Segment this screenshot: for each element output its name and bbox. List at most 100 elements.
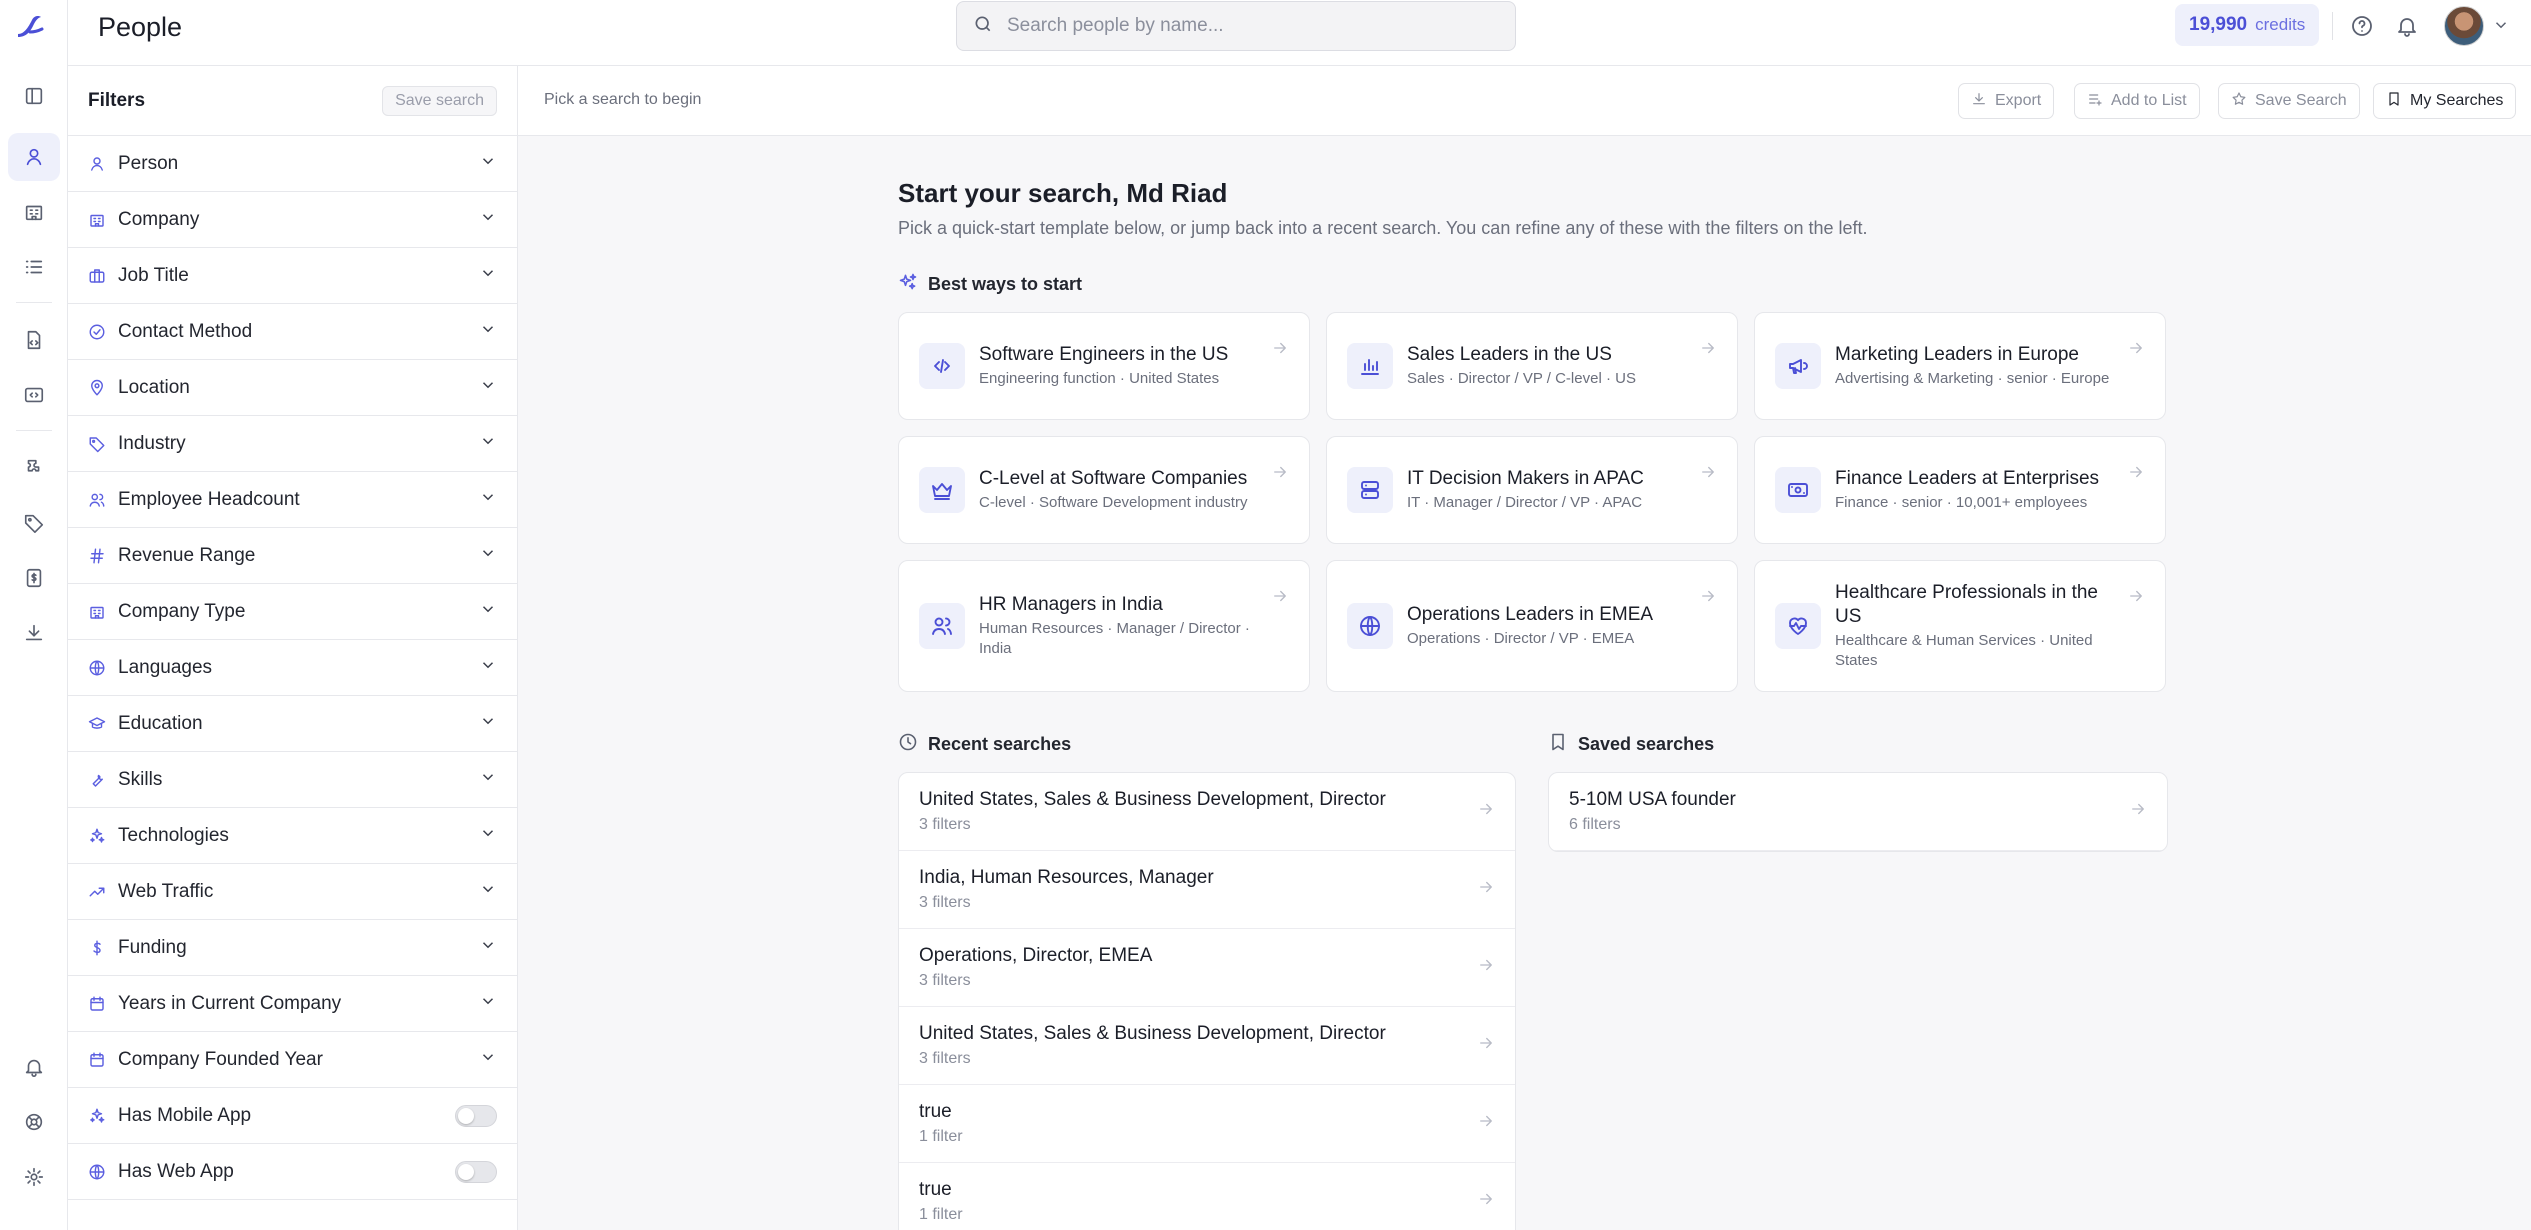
calendar-icon: [88, 995, 106, 1013]
logo-icon[interactable]: [14, 12, 46, 40]
saved-searches-header: Saved searches: [1548, 732, 1714, 757]
puzzle-icon[interactable]: [8, 444, 60, 492]
filter-row[interactable]: Funding: [68, 920, 517, 976]
credits-badge[interactable]: 19,990 credits: [2175, 4, 2320, 46]
list-icon[interactable]: [8, 243, 60, 291]
template-card[interactable]: Software Engineers in the US Engineering …: [898, 312, 1310, 420]
save-search-toolbar-button[interactable]: Save Search: [2218, 83, 2360, 119]
search-list-item[interactable]: Operations, Director, EMEA 3 filters: [899, 929, 1515, 1007]
results-toolbar: Pick a search to begin Export Add to Lis…: [518, 66, 2531, 136]
lifebuoy-icon[interactable]: [8, 1098, 60, 1146]
chevron-down-icon[interactable]: [479, 880, 497, 903]
filter-row[interactable]: Company Type: [68, 584, 517, 640]
chevron-down-icon[interactable]: [2492, 16, 2510, 34]
chevron-down-icon[interactable]: [479, 824, 497, 847]
filter-row[interactable]: Skills: [68, 752, 517, 808]
chevron-down-icon[interactable]: [479, 768, 497, 791]
chevron-down-icon[interactable]: [479, 1048, 497, 1071]
chevron-down-icon[interactable]: [479, 936, 497, 959]
search-list-item[interactable]: India, Human Resources, Manager 3 filters: [899, 851, 1515, 929]
filter-row[interactable]: Contact Method: [68, 304, 517, 360]
my-searches-button[interactable]: My Searches: [2373, 83, 2517, 119]
person-icon[interactable]: [8, 133, 60, 181]
search-list-item[interactable]: true 1 filter: [899, 1085, 1515, 1163]
filter-row[interactable]: Technologies: [68, 808, 517, 864]
arrow-right-icon: [1477, 878, 1495, 901]
chevron-down-icon[interactable]: [479, 712, 497, 735]
hint-text: Pick a search to begin: [544, 91, 702, 108]
filter-row[interactable]: Company: [68, 192, 517, 248]
add-to-list-button[interactable]: Add to List: [2074, 83, 2200, 119]
chevron-down-icon[interactable]: [479, 992, 497, 1015]
filter-row[interactable]: Years in Current Company: [68, 976, 517, 1032]
export-button[interactable]: Export: [1958, 83, 2055, 119]
search-item-filter-count: 3 filters: [919, 1050, 971, 1067]
template-card[interactable]: Operations Leaders in EMEA Operations · D…: [1326, 560, 1738, 692]
tag-icon[interactable]: [8, 499, 60, 547]
template-title: Software Engineers in the US: [979, 344, 1229, 365]
search-list-item[interactable]: 5-10M USA founder 6 filters: [1549, 773, 2167, 851]
chevron-down-icon[interactable]: [479, 320, 497, 343]
filter-row[interactable]: Employee Headcount: [68, 472, 517, 528]
chevron-down-icon[interactable]: [479, 152, 497, 175]
template-description: Sales · Director / VP / C-level · US: [1407, 370, 1636, 387]
document-code-icon[interactable]: [8, 316, 60, 364]
chevron-down-icon[interactable]: [479, 488, 497, 511]
chevron-down-icon[interactable]: [479, 600, 497, 623]
notification-bell-icon[interactable]: [2393, 12, 2421, 40]
search-list-item[interactable]: United States, Sales & Business Developm…: [899, 1007, 1515, 1085]
arrow-right-icon: [1271, 463, 1289, 486]
chevron-down-icon[interactable]: [479, 208, 497, 231]
toggle-switch[interactable]: [455, 1104, 497, 1127]
template-card[interactable]: IT Decision Makers in APAC IT · Manager /…: [1326, 436, 1738, 544]
filter-row[interactable]: Education: [68, 696, 517, 752]
search-list-item[interactable]: United States, Sales & Business Developm…: [899, 773, 1515, 851]
template-card[interactable]: Marketing Leaders in Europe Advertising &…: [1754, 312, 2166, 420]
filter-row[interactable]: Company Founded Year: [68, 1032, 517, 1088]
filter-row[interactable]: Person: [68, 136, 517, 192]
template-card[interactable]: Sales Leaders in the US Sales · Director …: [1326, 312, 1738, 420]
list-add-icon: [2087, 91, 2103, 112]
search-box[interactable]: [956, 1, 1516, 51]
filter-row[interactable]: Job Title: [68, 248, 517, 304]
chevron-down-icon[interactable]: [479, 376, 497, 399]
search-item-filter-count: 3 filters: [919, 816, 971, 833]
gear-icon[interactable]: [8, 1153, 60, 1201]
chevron-down-icon[interactable]: [479, 656, 497, 679]
filter-label: Company Type: [118, 600, 246, 622]
bell-icon[interactable]: [8, 1043, 60, 1091]
filter-row[interactable]: Location: [68, 360, 517, 416]
template-card[interactable]: HR Managers in India Human Resources · Ma…: [898, 560, 1310, 692]
dollar-doc-icon[interactable]: [8, 554, 60, 602]
help-icon[interactable]: [2348, 12, 2376, 40]
search-input[interactable]: [1007, 15, 1487, 37]
filter-row[interactable]: Revenue Range: [68, 528, 517, 584]
avatar[interactable]: [2444, 6, 2484, 46]
template-card[interactable]: Finance Leaders at Enterprises Finance · …: [1754, 436, 2166, 544]
filter-row[interactable]: Web Traffic: [68, 864, 517, 920]
star-icon: [2231, 91, 2247, 112]
filter-row[interactable]: Industry: [68, 416, 517, 472]
arrow-right-icon: [2127, 587, 2145, 610]
panel-icon[interactable]: [8, 72, 60, 120]
chevron-down-icon[interactable]: [479, 432, 497, 455]
save-search-button[interactable]: Save search: [382, 85, 497, 116]
download-icon[interactable]: [8, 609, 60, 657]
toggle-switch[interactable]: [455, 1160, 497, 1183]
filter-label: Funding: [118, 936, 187, 958]
template-card[interactable]: Healthcare Professionals in the US Health…: [1754, 560, 2166, 692]
welcome-subheading: Pick a quick-start template below, or ju…: [898, 218, 1868, 238]
building-icon[interactable]: [8, 188, 60, 236]
code-icon[interactable]: [8, 371, 60, 419]
template-card[interactable]: C-Level at Software Companies C-level · S…: [898, 436, 1310, 544]
filter-label: Years in Current Company: [118, 992, 342, 1014]
filter-toggle-label: Has Mobile App: [118, 1104, 252, 1126]
chevron-down-icon[interactable]: [479, 264, 497, 287]
search-item-title: India, Human Resources, Manager: [919, 867, 1214, 888]
bookmark-icon: [1548, 732, 1568, 757]
filter-row[interactable]: Languages: [68, 640, 517, 696]
search-list-item[interactable]: true 1 filter: [899, 1163, 1515, 1230]
filter-label: Web Traffic: [118, 880, 214, 902]
chevron-down-icon[interactable]: [479, 544, 497, 567]
sparkles-icon: [898, 272, 918, 297]
